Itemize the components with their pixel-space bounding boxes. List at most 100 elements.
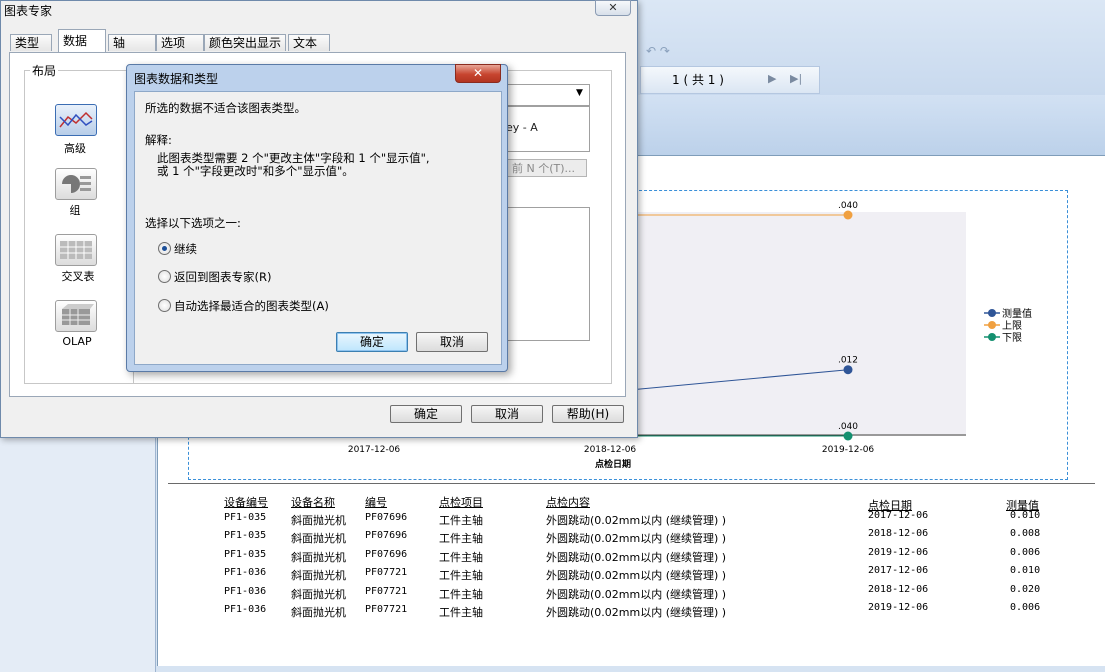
skip-last-icon[interactable]: ▶| [790, 72, 802, 85]
olap-layout-icon[interactable] [55, 300, 97, 332]
x-axis-title: 点检日期 [595, 458, 631, 470]
tab-text[interactable]: 文本 [288, 34, 330, 51]
table-cell-check-item: 工件主轴 [439, 532, 483, 545]
table-cell-check-date: 2018-12-06 [868, 584, 929, 595]
legend-marker [988, 333, 996, 341]
table-cell-check-date: 2017-12-06 [868, 565, 929, 576]
table-cell-serial-no: PF07696 [365, 549, 408, 560]
column-header-check-content: 点检内容 [546, 496, 590, 509]
table-cell-device-name: 斜面抛光机 [291, 532, 346, 545]
x-tick-label: 2017-12-06 [348, 445, 401, 455]
left-pane [0, 430, 156, 672]
radio-return-to-expert[interactable] [158, 270, 171, 283]
radio-auto-select[interactable] [158, 299, 171, 312]
undo-redo-icons[interactable]: ↶ ↷ [646, 44, 670, 58]
table-cell-measured-value: 0.006 [1010, 602, 1041, 613]
tab-label: 文本 [293, 36, 318, 50]
table-cell-check-content: 外圆跳动(0.02mm以内 (继续管理) ) [546, 606, 727, 619]
table-cell-measured-value: 0.010 [1010, 510, 1041, 521]
data-point [843, 210, 853, 220]
table-cell-device-id: PF1-036 [224, 586, 267, 597]
tab-label: 轴 [113, 36, 126, 50]
table-cell-device-id: PF1-035 [224, 512, 267, 523]
table-cell-serial-no: PF07696 [365, 530, 408, 541]
explain-line-2: 或 1 个"字段更改时"和多个"显示值"。 [157, 164, 354, 178]
tab-data[interactable]: 数据 [58, 29, 106, 52]
data-label: .040 [838, 422, 858, 432]
x-tick-label: 2018-12-06 [584, 445, 637, 455]
explain-label: 解释: [145, 133, 172, 147]
expert-ok-button[interactable]: 确定 [390, 405, 462, 423]
report-divider [168, 483, 1095, 484]
tab-options[interactable]: 选项 [156, 34, 204, 51]
option-continue-label[interactable]: 继续 [174, 241, 197, 257]
legend-marker [988, 309, 996, 317]
option-auto-select-label[interactable]: 自动选择最适合的图表类型(A) [174, 298, 329, 314]
chevron-down-icon[interactable]: ▼ [576, 88, 583, 98]
x-tick-labels: 2017-12-06 2018-12-06 2019-12-06 [348, 445, 875, 455]
table-cell-check-date: 2018-12-06 [868, 528, 929, 539]
table-cell-check-item: 工件主轴 [439, 606, 483, 619]
table-cell-device-name: 斜面抛光机 [291, 588, 346, 601]
tab-label: 数据 [63, 34, 88, 48]
table-cell-device-id: PF1-036 [224, 604, 267, 615]
close-icon[interactable]: ✕ [455, 64, 501, 83]
field-list-item[interactable]: ey - A [506, 121, 538, 134]
layout-label-advanced[interactable]: 高级 [45, 140, 105, 156]
plot-area [618, 212, 966, 434]
expert-cancel-button[interactable]: 取消 [471, 405, 543, 423]
table-cell-device-name: 斜面抛光机 [291, 551, 346, 564]
table-cell-serial-no: PF07696 [365, 512, 408, 523]
warning-cancel-button[interactable]: 取消 [416, 332, 488, 352]
data-point [843, 431, 853, 441]
table-cell-device-name: 斜面抛光机 [291, 606, 346, 619]
table-cell-check-item: 工件主轴 [439, 588, 483, 601]
layout-label-olap[interactable]: OLAP [47, 335, 107, 348]
page-indicator: 1 ( 共 1 ) [672, 73, 724, 87]
tab-label: 类型 [15, 36, 40, 50]
column-header-device-id: 设备编号 [224, 496, 268, 509]
tab-color-highlight[interactable]: 颜色突出显示 [204, 34, 286, 51]
data-point [843, 365, 853, 375]
advanced-layout-icon[interactable] [55, 104, 97, 136]
table-cell-check-content: 外圆跳动(0.02mm以内 (继续管理) ) [546, 569, 727, 582]
table-cell-device-id: PF1-036 [224, 567, 267, 578]
tab-axis[interactable]: 轴 [108, 34, 156, 51]
table-cell-check-date: 2019-12-06 [868, 547, 929, 558]
group-layout-icon[interactable] [55, 168, 97, 200]
top-n-button[interactable]: 前 N 个(T)... [505, 159, 587, 177]
column-header-serial-no: 编号 [365, 496, 387, 509]
warning-ok-button[interactable]: 确定 [336, 332, 408, 352]
column-header-device-name: 设备名称 [291, 496, 335, 509]
table-cell-check-item: 工件主轴 [439, 569, 483, 582]
table-cell-check-date: 2019-12-06 [868, 602, 929, 613]
layout-label-group[interactable]: 组 [45, 202, 105, 218]
layout-label-crosstab[interactable]: 交叉表 [48, 268, 108, 284]
table-cell-measured-value: 0.008 [1010, 528, 1041, 539]
radio-continue[interactable] [158, 242, 171, 255]
data-label: .012 [838, 356, 858, 366]
legend-label: 下限 [1002, 332, 1022, 344]
table-cell-check-item: 工件主轴 [439, 514, 483, 527]
table-cell-device-id: PF1-035 [224, 530, 267, 541]
table-cell-measured-value: 0.020 [1010, 584, 1041, 595]
crosstab-layout-icon[interactable] [55, 234, 97, 266]
play-next-icon[interactable]: ▶ [768, 72, 776, 85]
table-cell-check-content: 外圆跳动(0.02mm以内 (继续管理) ) [546, 532, 727, 545]
table-cell-serial-no: PF07721 [365, 604, 408, 615]
tab-type[interactable]: 类型 [10, 34, 52, 51]
table-cell-measured-value: 0.010 [1010, 565, 1041, 576]
x-tick-label: 2019-12-06 [822, 445, 875, 455]
warning-message: 所选的数据不适合该图表类型。 [145, 101, 306, 115]
table-cell-check-date: 2017-12-06 [868, 510, 929, 521]
warning-dialog-title: 图表数据和类型 [134, 72, 219, 86]
table-cell-check-content: 外圆跳动(0.02mm以内 (继续管理) ) [546, 551, 727, 564]
table-cell-serial-no: PF07721 [365, 586, 408, 597]
display-values-list[interactable] [500, 207, 590, 341]
close-icon[interactable]: ✕ [595, 0, 631, 16]
option-return-label[interactable]: 返回到图表专家(R) [174, 269, 271, 285]
table-cell-check-content: 外圆跳动(0.02mm以内 (继续管理) ) [546, 588, 727, 601]
expert-help-button[interactable]: 帮助(H) [552, 405, 624, 423]
data-label: .040 [838, 201, 858, 211]
table-cell-serial-no: PF07721 [365, 567, 408, 578]
